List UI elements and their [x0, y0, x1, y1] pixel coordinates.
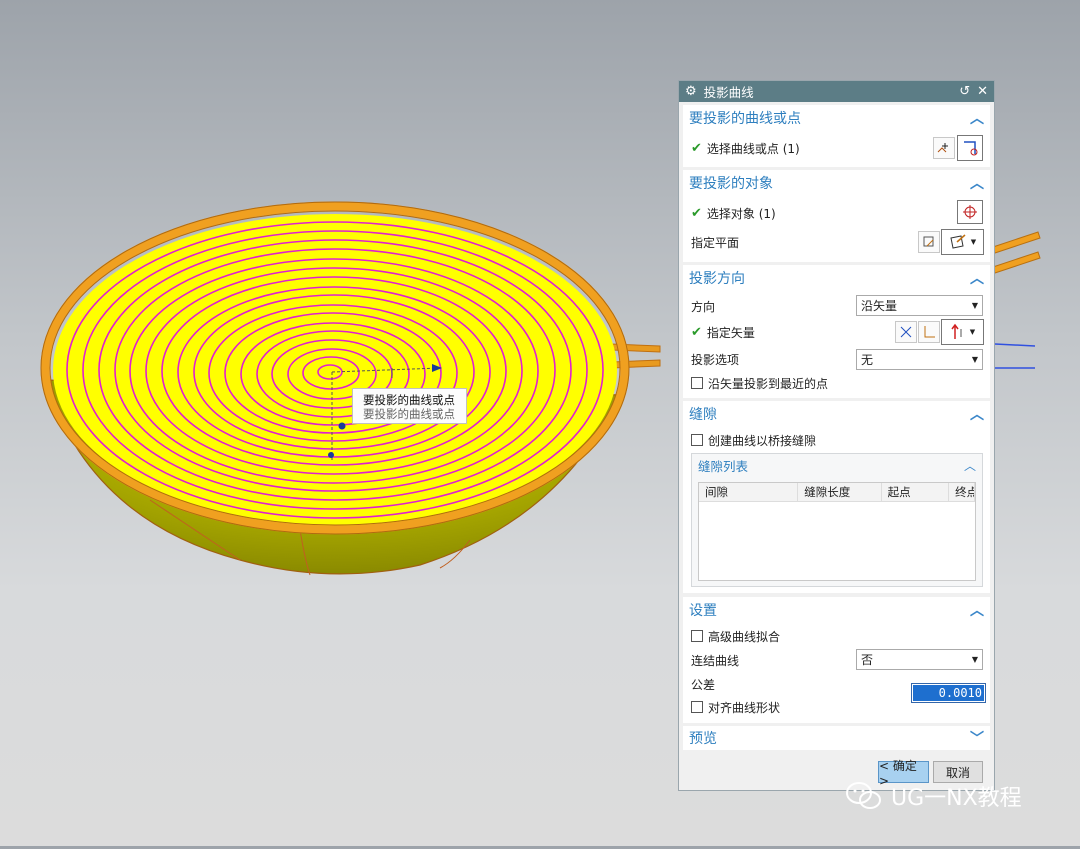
advanced-fit-label: 高级曲线拟合 [708, 629, 781, 644]
tooltip-secondary: 要投影的曲线或点 [363, 407, 455, 421]
chevron-up-icon[interactable]: ︿ [970, 173, 984, 193]
section-preview-header[interactable]: 预览 ﹀ [683, 726, 990, 750]
project-curve-dialog: ⚙ 投影曲线 ↺ ✕ 要投影的曲线或点 ︿ ✔ 选择曲线或点 (1) 要投影的对… [678, 80, 995, 791]
chevron-up-icon[interactable]: ︿ [970, 600, 984, 620]
join-curves-label: 连结曲线 [691, 653, 740, 668]
section-direction-header[interactable]: 投影方向 ︿ [683, 265, 990, 291]
specify-plane-label: 指定平面 [691, 235, 740, 250]
section-title: 缝隙 [689, 407, 717, 423]
plane-dialog-icon[interactable] [918, 231, 940, 253]
chevron-down-icon: ▼ [971, 301, 978, 310]
dialog-title: 投影曲线 [703, 85, 754, 100]
check-icon: ✔ [691, 324, 702, 340]
nearest-point-row[interactable]: 沿矢量投影到最近的点 [691, 372, 982, 394]
advanced-fit-row[interactable]: 高级曲线拟合 [691, 625, 982, 647]
section-title: 要投影的对象 [689, 176, 773, 192]
plane-type-dropdown[interactable]: ▼ [941, 229, 984, 255]
select-object-label: 选择对象 (1) [706, 206, 776, 221]
gear-icon: ⚙ [685, 84, 697, 99]
align-shape-label: 对齐曲线形状 [708, 700, 781, 715]
vector-dialog-icon[interactable] [918, 321, 940, 343]
vector-type-dropdown[interactable]: ▼ [941, 319, 984, 345]
section-gap: 缝隙 ︿ 创建曲线以桥接缝隙 缝隙列表 ︿ 间隙 缝隙长度 起点 终点 [683, 401, 990, 593]
section-preview: 预览 ﹀ [683, 726, 990, 750]
watermark-text: UG一NX教程 [891, 786, 1022, 811]
column-header[interactable]: 间隙 [699, 483, 799, 501]
bridge-gap-row[interactable]: 创建曲线以桥接缝隙 [691, 429, 982, 451]
specify-vector-label: 指定矢量 [706, 325, 755, 340]
direction-label: 方向 [691, 299, 716, 314]
direction-select[interactable]: 沿矢量 ▼ [856, 295, 983, 316]
section-title: 投影方向 [689, 271, 745, 287]
selection-tooltip: 要投影的曲线或点 要投影的曲线或点 [352, 388, 467, 424]
reset-icon[interactable]: ↺ [959, 84, 970, 99]
gap-table[interactable]: 间隙 缝隙长度 起点 终点 [698, 482, 976, 581]
crosshair-icon[interactable] [957, 200, 983, 224]
select-curves-label: 选择曲线或点 (1) [706, 141, 800, 156]
section-title: 设置 [689, 603, 717, 619]
check-icon: ✔ [691, 140, 702, 156]
chevron-up-icon[interactable]: ︿ [970, 268, 984, 288]
vector-icon[interactable] [895, 321, 917, 343]
column-header[interactable]: 终点 [949, 483, 975, 501]
direction-value: 沿矢量 [861, 299, 898, 313]
column-header[interactable]: 缝隙长度 [798, 483, 882, 501]
section-objects: 要投影的对象 ︿ ✔ 选择对象 (1) 指定平面 ▼ [683, 170, 990, 262]
wechat-icon [846, 782, 881, 809]
bridge-gap-label: 创建曲线以桥接缝隙 [708, 433, 817, 448]
align-shape-row[interactable]: 对齐曲线形状 [691, 696, 982, 718]
nearest-point-checkbox[interactable] [691, 377, 703, 389]
bridge-gap-checkbox[interactable] [691, 434, 703, 446]
check-icon: ✔ [691, 205, 702, 221]
close-icon[interactable]: ✕ [977, 84, 988, 99]
projection-option-value: 无 [861, 353, 874, 367]
section-gap-header[interactable]: 缝隙 ︿ [683, 401, 990, 427]
tolerance-label: 公差 [691, 677, 716, 692]
nearest-point-label: 沿矢量投影到最近的点 [708, 376, 829, 391]
advanced-fit-checkbox[interactable] [691, 630, 703, 642]
chevron-up-icon[interactable]: ︿ [964, 457, 976, 474]
section-curves-header[interactable]: 要投影的曲线或点 ︿ [683, 105, 990, 131]
select-object-row[interactable]: ✔ 选择对象 (1) [691, 202, 982, 224]
gap-table-header: 间隙 缝隙长度 起点 终点 [699, 483, 975, 502]
point-dialog-icon[interactable] [957, 135, 983, 161]
watermark: UG一NX教程 [845, 780, 1022, 812]
join-curves-select[interactable]: 否 ▼ [856, 649, 983, 670]
dialog-title-bar[interactable]: ⚙ 投影曲线 ↺ ✕ [679, 81, 994, 102]
chevron-down-icon: ▼ [971, 355, 978, 364]
projection-option-label: 投影选项 [691, 352, 740, 367]
gap-list-title: 缝隙列表 [698, 458, 749, 474]
section-title: 预览 [689, 731, 717, 747]
curve-select-icon[interactable] [933, 137, 955, 159]
section-curves: 要投影的曲线或点 ︿ ✔ 选择曲线或点 (1) [683, 105, 990, 167]
section-settings-header[interactable]: 设置 ︿ [683, 597, 990, 623]
gap-list-group: 缝隙列表 ︿ 间隙 缝隙长度 起点 终点 [691, 453, 983, 587]
section-settings: 设置 ︿ 高级曲线拟合 连结曲线 否 ▼ 公差 0.0010 对齐曲线形状 [683, 597, 990, 723]
align-shape-checkbox[interactable] [691, 701, 703, 713]
section-title: 要投影的曲线或点 [689, 111, 801, 127]
chevron-down-icon: ▼ [971, 655, 978, 664]
section-objects-header[interactable]: 要投影的对象 ︿ [683, 170, 990, 196]
gap-list-header[interactable]: 缝隙列表 ︿ [692, 454, 982, 476]
chevron-up-icon[interactable]: ︿ [970, 404, 984, 424]
section-direction: 投影方向 ︿ 方向 沿矢量 ▼ ✔ 指定矢量 ▼ 投影选项 无 ▼ 沿矢量投影到… [683, 265, 990, 398]
column-header[interactable]: 起点 [882, 483, 950, 501]
projection-option-select[interactable]: 无 ▼ [856, 349, 983, 370]
chevron-down-icon[interactable]: ﹀ [970, 728, 984, 748]
join-curves-value: 否 [861, 653, 874, 667]
chevron-up-icon[interactable]: ︿ [970, 108, 984, 128]
